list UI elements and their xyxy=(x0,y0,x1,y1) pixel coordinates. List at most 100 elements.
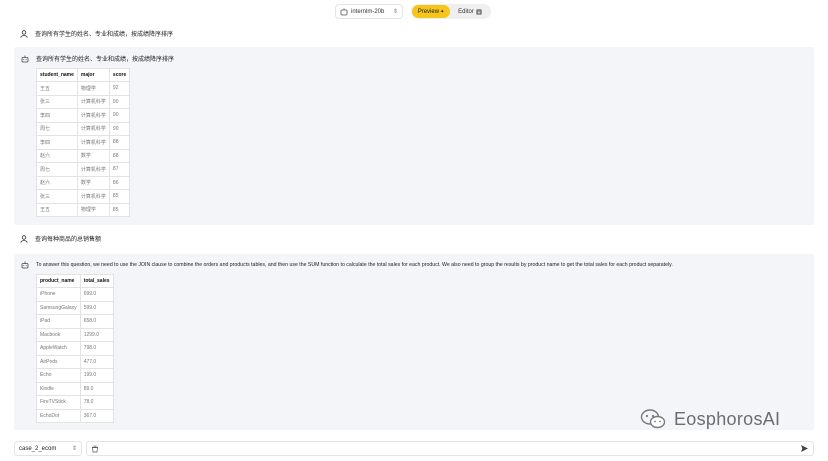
table-cell: 798.0 xyxy=(79,341,114,356)
case-select[interactable]: case_2_ecom ⇕ xyxy=(14,441,82,456)
table-row: 王五 物理学 92 xyxy=(36,81,131,96)
chevron-updown-icon: ⇕ xyxy=(71,446,77,452)
table-cell: 658.0 xyxy=(79,314,114,329)
table-cell: 计算机科学 xyxy=(76,135,110,150)
table-cell: SamsungGalaxy xyxy=(36,300,81,315)
table-row: 赵六 数学 88 xyxy=(36,148,131,163)
editor-icon xyxy=(476,9,482,15)
table-cell: 李四 xyxy=(36,135,78,150)
table-cell: 699.0 xyxy=(79,287,114,302)
robot-icon xyxy=(21,55,29,63)
user-message-text: 查询所有学生的姓名、专业和成绩，按成绩降序排序 xyxy=(35,32,174,38)
table-cell: 物理学 xyxy=(76,202,110,217)
table-row: 李四 计算机科学 90 xyxy=(36,108,131,123)
send-icon[interactable] xyxy=(800,444,809,453)
table-cell: FireTVStick xyxy=(36,395,81,410)
table-cell: 李四 xyxy=(36,108,78,123)
table-cell: 87 xyxy=(108,162,131,177)
table-cell: 数学 xyxy=(76,175,110,190)
table-row: 周七 计算机科学 90 xyxy=(36,121,131,136)
table-row: 张三 计算机科学 85 xyxy=(36,189,131,204)
robot-icon xyxy=(21,261,29,269)
case-select-value: case_2_ecom xyxy=(19,445,57,452)
table-cell: iPhone xyxy=(36,287,81,302)
model-icon xyxy=(340,8,348,16)
table-row: AppleWatch 798.0 xyxy=(36,341,114,356)
wechat-icon xyxy=(640,408,666,430)
table-cell: 周七 xyxy=(36,121,78,136)
table-cell: 85 xyxy=(108,189,131,204)
table-cell: 477.0 xyxy=(79,354,114,369)
bot-response-header: 查询所有学生的姓名、专业和成绩，按成绩降序排序 xyxy=(21,54,174,63)
chevron-updown-icon: ⇕ xyxy=(392,9,398,15)
table-row: 李四 计算机科学 88 xyxy=(36,135,131,150)
model-name: internlm-20b xyxy=(351,8,385,15)
table-header-row: student_name major score xyxy=(36,68,131,82)
watermark-text: EosphorosAI xyxy=(674,408,781,429)
table-cell: 92 xyxy=(108,81,131,96)
table-row: SamsungGalaxy 599.0 xyxy=(36,300,114,315)
watermark: EosphorosAI xyxy=(640,408,780,430)
bot-response-panel: To answer this question, we need to use … xyxy=(14,254,814,430)
table-cell: 199.0 xyxy=(79,368,114,383)
column-header: total_sales xyxy=(79,274,114,288)
editor-button[interactable]: Editor xyxy=(450,5,490,18)
bot-response-text: 查询所有学生的姓名、专业和成绩，按成绩降序排序 xyxy=(36,57,175,63)
table-cell: 物理学 xyxy=(76,81,110,96)
chat-input[interactable] xyxy=(103,444,800,453)
bot-response-header: To answer this question, we need to use … xyxy=(21,261,673,269)
table-row: EchoDot 367.0 xyxy=(36,408,114,423)
column-header: product_name xyxy=(36,274,81,288)
table-cell: 85 xyxy=(108,202,131,217)
table-row: 周七 计算机科学 87 xyxy=(36,162,131,177)
chat-input-bar xyxy=(86,441,814,456)
table-cell: 张三 xyxy=(36,189,78,204)
column-header: student_name xyxy=(36,68,78,82)
user-message: 查询每种商品的总销售额 xyxy=(20,234,101,243)
table-row: 张三 计算机科学 90 xyxy=(36,94,131,109)
clear-icon[interactable] xyxy=(91,445,99,453)
table-cell: 367.0 xyxy=(79,408,114,423)
table-cell: 88 xyxy=(108,148,131,163)
preview-button[interactable]: Preview ✦ xyxy=(412,5,450,18)
table-cell: 90 xyxy=(108,108,131,123)
user-avatar-icon xyxy=(20,234,28,243)
bot-response-text: To answer this question, we need to use … xyxy=(36,262,673,268)
table-cell: 计算机科学 xyxy=(76,189,110,204)
table-cell: Kindle xyxy=(36,381,81,396)
editor-label: Editor xyxy=(458,8,474,15)
table-row: iPad 658.0 xyxy=(36,314,114,329)
preview-label: Preview xyxy=(417,8,440,15)
table-cell: 1299.0 xyxy=(79,327,114,342)
table-cell: AirPods xyxy=(36,354,81,369)
user-message: 查询所有学生的姓名、专业和成绩，按成绩降序排序 xyxy=(20,29,173,38)
table-row: Macbook 1299.0 xyxy=(36,327,114,342)
table-cell: 计算机科学 xyxy=(76,108,110,123)
top-bar: internlm-20b ⇕ Preview ✦ Editor xyxy=(0,4,828,22)
table-row: Kindle 89.0 xyxy=(36,381,114,396)
table-cell: AppleWatch xyxy=(36,341,81,356)
table-cell: 张三 xyxy=(36,94,78,109)
user-message-text: 查询每种商品的总销售额 xyxy=(35,237,102,243)
table-cell: 计算机科学 xyxy=(76,121,110,136)
table-row: 王五 物理学 85 xyxy=(36,202,131,217)
sales-result-table: product_name total_sales iPhone 699.0 Sam… xyxy=(36,274,114,423)
table-cell: Echo xyxy=(36,368,81,383)
column-header: major xyxy=(76,68,110,82)
user-avatar-icon xyxy=(20,29,28,38)
column-header: score xyxy=(108,68,131,82)
table-cell: 86 xyxy=(108,175,131,190)
table-row: Echo 199.0 xyxy=(36,368,114,383)
table-cell: iPad xyxy=(36,314,81,329)
table-row: iPhone 699.0 xyxy=(36,287,114,302)
table-header-row: product_name total_sales xyxy=(36,274,114,288)
bot-response-panel: 查询所有学生的姓名、专业和成绩，按成绩降序排序 student_name maj… xyxy=(14,47,814,225)
student-result-table: student_name major score 王五 物理学 92 张三 计算机科学… xyxy=(36,68,131,217)
table-cell: 王五 xyxy=(36,202,78,217)
table-cell: 赵六 xyxy=(36,148,78,163)
table-cell: 90 xyxy=(108,94,131,109)
model-select[interactable]: internlm-20b ⇕ xyxy=(335,4,403,19)
table-cell: 88 xyxy=(108,135,131,150)
table-row: 赵六 数学 86 xyxy=(36,175,131,190)
table-cell: Macbook xyxy=(36,327,81,342)
